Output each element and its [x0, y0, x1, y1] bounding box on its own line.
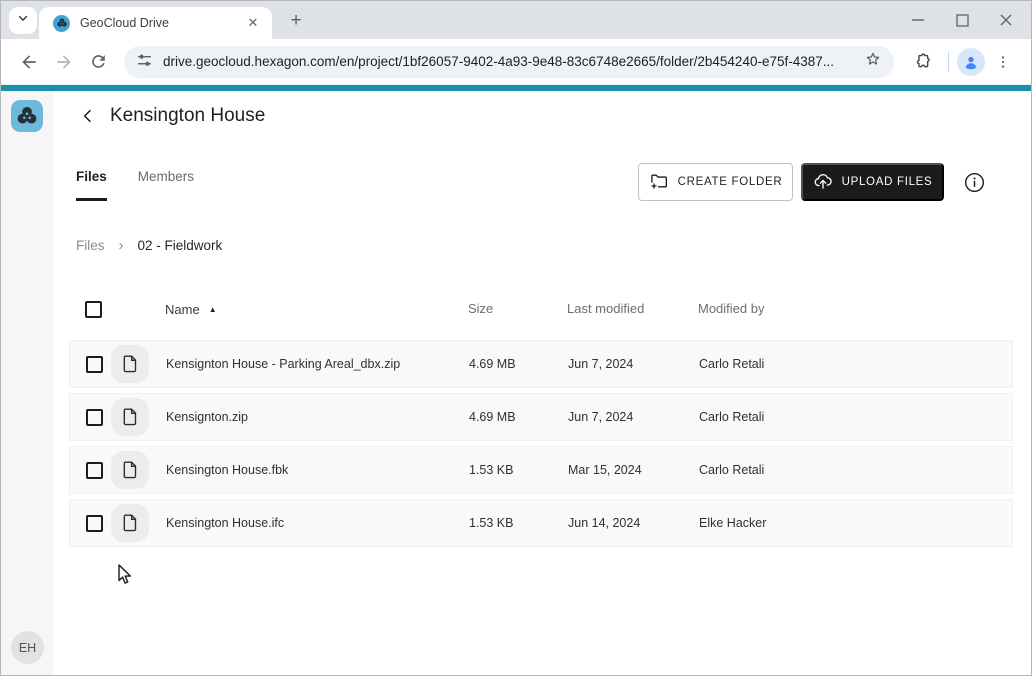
breadcrumb-chevron-icon: ›: [119, 237, 124, 254]
sort-ascending-icon[interactable]: ▲: [209, 305, 217, 314]
info-icon: [963, 171, 986, 194]
upload-files-button[interactable]: UPLOAD FILES: [801, 163, 944, 201]
upload-files-label: UPLOAD FILES: [842, 176, 933, 188]
file-modified-date: Jun 7, 2024: [568, 357, 633, 371]
folder-plus-icon: [649, 171, 669, 194]
user-avatar[interactable]: EH: [11, 631, 44, 664]
file-modified-date: Mar 15, 2024: [568, 463, 642, 477]
url-text[interactable]: drive.geocloud.hexagon.com/en/project/1b…: [163, 54, 864, 69]
file-name[interactable]: Kensignton.zip: [166, 410, 248, 424]
tab-search-button[interactable]: [9, 7, 37, 34]
browser-tab[interactable]: GeoCloud Drive ✕: [39, 7, 272, 39]
bookmark-star-icon[interactable]: [864, 50, 882, 73]
file-modified-by: Carlo Retali: [699, 463, 764, 477]
tab-strip: GeoCloud Drive ✕ +: [1, 1, 1031, 39]
breadcrumb-item-files[interactable]: Files: [76, 238, 105, 253]
file-modified-by: Carlo Retali: [699, 357, 764, 371]
info-button[interactable]: [962, 170, 986, 194]
geocloud-logo-icon[interactable]: [11, 100, 43, 132]
file-size: 4.69 MB: [469, 357, 516, 371]
forward-icon: [54, 52, 74, 72]
file-icon: [111, 398, 149, 436]
site-settings-icon[interactable]: [136, 51, 153, 73]
tab-members[interactable]: Members: [138, 169, 194, 201]
page-back-button[interactable]: [77, 105, 99, 127]
file-modified-date: Jun 7, 2024: [568, 410, 633, 424]
chevron-left-icon: [79, 107, 97, 125]
header-name[interactable]: Name: [165, 302, 200, 317]
puzzle-icon: [913, 52, 932, 71]
select-all-checkbox[interactable]: [85, 301, 102, 318]
reload-icon: [89, 52, 108, 71]
header-last-modified[interactable]: Last modified: [567, 301, 644, 316]
table-row[interactable]: Kensignton.zip 4.69 MB Jun 7, 2024 Carlo…: [69, 393, 1013, 441]
extensions-button[interactable]: [906, 46, 938, 78]
file-icon: [111, 451, 149, 489]
file-table: Name ▲ Size Last modified Modified by Ke…: [69, 291, 1013, 552]
breadcrumb: Files › 02 - Fieldwork: [76, 237, 222, 254]
file-icon: [111, 345, 149, 383]
create-folder-label: CREATE FOLDER: [678, 176, 783, 188]
file-modified-date: Jun 14, 2024: [568, 516, 640, 530]
sidebar: EH: [1, 91, 53, 676]
table-header-row: Name ▲ Size Last modified Modified by: [69, 291, 1013, 327]
profile-avatar-icon: [962, 53, 980, 71]
row-checkbox[interactable]: [86, 409, 103, 426]
window-controls: [893, 1, 1031, 39]
tab-files[interactable]: Files: [76, 169, 107, 201]
toolbar-right: [904, 46, 1021, 78]
file-name[interactable]: Kensington House.fbk: [166, 463, 288, 477]
file-size: 4.69 MB: [469, 410, 516, 424]
cloud-upload-icon: [813, 171, 833, 194]
toolbar-separator: [948, 52, 949, 72]
file-icon: [111, 504, 149, 542]
file-modified-by: Elke Hacker: [699, 516, 766, 530]
geocloud-favicon-icon: [53, 15, 70, 32]
mouse-cursor: [114, 563, 133, 592]
row-checkbox[interactable]: [86, 462, 103, 479]
file-name[interactable]: Kensignton House - Parking Areal_dbx.zip: [166, 357, 400, 371]
new-tab-button[interactable]: +: [283, 8, 309, 34]
create-folder-button[interactable]: CREATE FOLDER: [638, 163, 793, 201]
browser-toolbar: drive.geocloud.hexagon.com/en/project/1b…: [1, 39, 1031, 85]
profile-button[interactable]: [957, 48, 985, 76]
table-row[interactable]: Kensington House.ifc 1.53 KB Jun 14, 202…: [69, 499, 1013, 547]
close-window-button[interactable]: [999, 13, 1013, 27]
back-button[interactable]: [13, 46, 44, 78]
forward-button[interactable]: [48, 46, 79, 78]
kebab-menu-icon: [995, 54, 1011, 70]
browser-menu-button[interactable]: [987, 46, 1019, 78]
maximize-button[interactable]: [955, 13, 969, 27]
tab-title: GeoCloud Drive: [80, 16, 244, 30]
tab-close-button[interactable]: ✕: [244, 14, 262, 32]
header-size[interactable]: Size: [468, 301, 493, 316]
browser-window: GeoCloud Drive ✕ +: [0, 0, 1032, 676]
app-area: EH Kensington House Files Members CREATE…: [1, 91, 1032, 676]
main-content: Kensington House Files Members CREATE FO…: [53, 91, 1032, 676]
file-size: 1.53 KB: [469, 463, 513, 477]
page-title: Kensington House: [110, 105, 265, 127]
back-icon: [19, 52, 39, 72]
minimize-button[interactable]: [911, 13, 925, 27]
row-checkbox[interactable]: [86, 515, 103, 532]
address-bar[interactable]: drive.geocloud.hexagon.com/en/project/1b…: [124, 46, 894, 78]
reload-button[interactable]: [83, 46, 114, 78]
table-row[interactable]: Kensington House.fbk 1.53 KB Mar 15, 202…: [69, 446, 1013, 494]
table-row[interactable]: Kensignton House - Parking Areal_dbx.zip…: [69, 340, 1013, 388]
file-size: 1.53 KB: [469, 516, 513, 530]
chevron-down-icon: [16, 11, 30, 30]
page-tabs: Files Members: [76, 169, 194, 201]
file-name[interactable]: Kensington House.ifc: [166, 516, 284, 530]
header-modified-by[interactable]: Modified by: [698, 301, 764, 316]
breadcrumb-item-current: 02 - Fieldwork: [138, 238, 223, 253]
action-buttons: CREATE FOLDER UPLOAD FILES: [638, 163, 986, 201]
row-checkbox[interactable]: [86, 356, 103, 373]
file-modified-by: Carlo Retali: [699, 410, 764, 424]
